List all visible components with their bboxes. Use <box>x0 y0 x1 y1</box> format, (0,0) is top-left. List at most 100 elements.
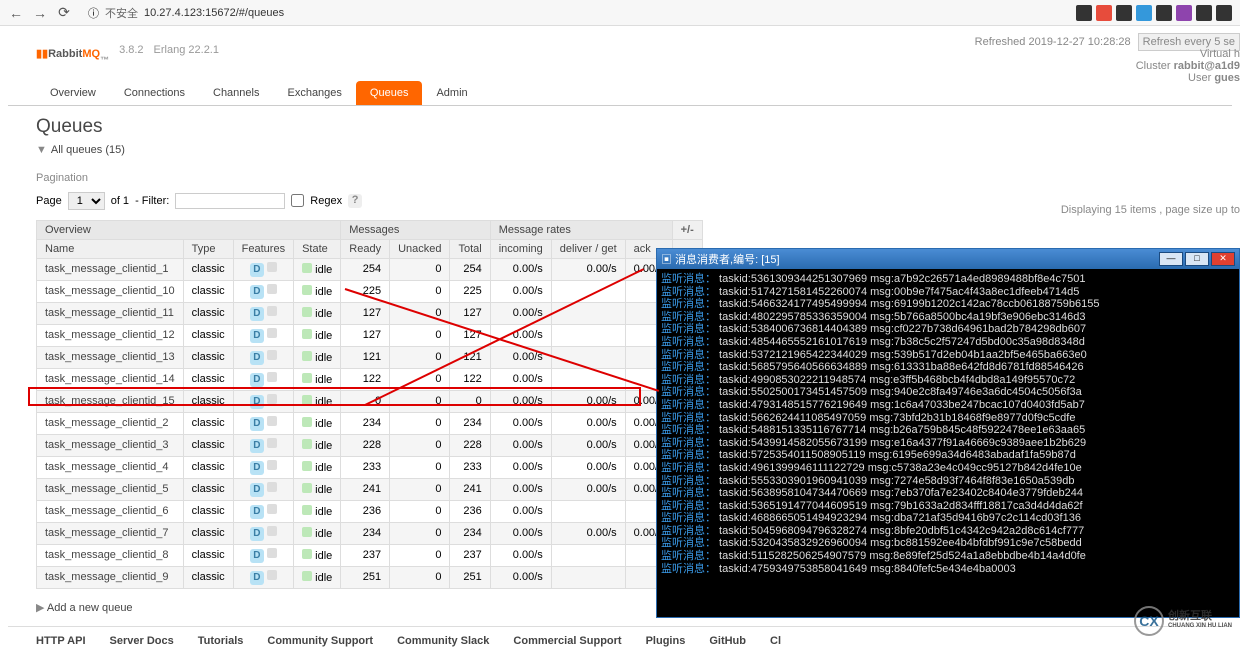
console-titlebar[interactable]: ▣ 消息消费者,编号: [15] — □ ✕ <box>657 249 1239 269</box>
watermark: CX 创新互联CHUANG XIN HU LIAN <box>1134 606 1232 636</box>
col-header[interactable]: deliver / get <box>551 239 625 258</box>
ext-icon[interactable] <box>1156 5 1172 21</box>
durable-badge: D <box>250 505 264 519</box>
ext-icon[interactable] <box>1076 5 1092 21</box>
table-row: task_message_clientid_8classicD idle2370… <box>37 544 703 566</box>
deliver-rate <box>551 566 625 588</box>
col-header[interactable]: Total <box>450 239 490 258</box>
unacked-count: 0 <box>390 324 450 346</box>
queue-table: OverviewMessagesMessage rates+/-NameType… <box>36 220 703 589</box>
ready-count: 236 <box>341 500 390 522</box>
incoming-rate: 0.00/s <box>490 434 551 456</box>
ext-icon[interactable] <box>1176 5 1192 21</box>
tab-overview[interactable]: Overview <box>36 81 110 105</box>
col-header[interactable]: Ready <box>341 239 390 258</box>
queue-name-link[interactable]: task_message_clientid_6 <box>45 505 169 517</box>
erlang-label: Erlang 22.2.1 <box>154 44 219 56</box>
regex-checkbox[interactable] <box>291 194 304 207</box>
queue-name-link[interactable]: task_message_clientid_12 <box>45 329 175 341</box>
feature-icon <box>267 548 277 558</box>
deliver-rate <box>551 544 625 566</box>
log-line: 监听消息： taskid:5502500173451457509 msg:940… <box>661 386 1235 399</box>
footer-link[interactable]: Tutorials <box>198 635 244 647</box>
forward-icon[interactable]: → <box>32 5 48 21</box>
incoming-rate: 0.00/s <box>490 544 551 566</box>
total-count: 0 <box>450 390 490 412</box>
incoming-rate: 0.00/s <box>490 566 551 588</box>
address-bar[interactable]: ⓘ 不安全 10.27.4.123:15672/#/queues <box>80 3 380 23</box>
ext-icon[interactable] <box>1216 5 1232 21</box>
page-title: Queues <box>8 106 1232 142</box>
queue-name-link[interactable]: task_message_clientid_1 <box>45 263 169 275</box>
col-header[interactable]: Type <box>183 239 233 258</box>
minimize-button[interactable]: — <box>1159 252 1183 266</box>
back-icon[interactable]: ← <box>8 5 24 21</box>
queue-name-link[interactable]: task_message_clientid_8 <box>45 549 169 561</box>
queue-name-link[interactable]: task_message_clientid_9 <box>45 571 169 583</box>
queue-name-link[interactable]: task_message_clientid_13 <box>45 351 175 363</box>
tab-admin[interactable]: Admin <box>422 81 481 105</box>
maximize-button[interactable]: □ <box>1185 252 1209 266</box>
durable-badge: D <box>250 285 264 299</box>
footer-link[interactable]: Commercial Support <box>513 635 621 647</box>
feature-icon <box>267 570 277 580</box>
footer-link[interactable]: GitHub <box>709 635 746 647</box>
queue-state: idle <box>294 478 341 500</box>
col-header[interactable]: Features <box>233 239 293 258</box>
page-label: Page <box>36 195 62 207</box>
footer-link[interactable]: Plugins <box>646 635 686 647</box>
filter-input[interactable] <box>175 193 285 209</box>
queue-name-link[interactable]: task_message_clientid_11 <box>45 307 174 319</box>
footer-link[interactable]: Cl <box>770 635 781 647</box>
ext-icon[interactable] <box>1196 5 1212 21</box>
queue-name-link[interactable]: task_message_clientid_5 <box>45 483 169 495</box>
queue-name-link[interactable]: task_message_clientid_14 <box>45 373 175 385</box>
log-line: 监听消息： taskid:5115282506254907579 msg:8e8… <box>661 550 1235 563</box>
log-line: 监听消息： taskid:5725354011508905119 msg:619… <box>661 449 1235 462</box>
all-queues-expander[interactable]: ▼All queues (15) <box>8 142 1232 164</box>
queue-type: classic <box>183 566 233 588</box>
deliver-rate <box>551 368 625 390</box>
reload-icon[interactable]: ⟳ <box>56 5 72 21</box>
queue-state: idle <box>294 456 341 478</box>
help-icon[interactable]: ? <box>348 194 362 208</box>
footer-link[interactable]: Community Slack <box>397 635 489 647</box>
footer-link[interactable]: HTTP API <box>36 635 86 647</box>
queue-name-link[interactable]: task_message_clientid_7 <box>45 527 169 539</box>
ext-icon[interactable] <box>1116 5 1132 21</box>
total-count: 236 <box>450 500 490 522</box>
tab-exchanges[interactable]: Exchanges <box>273 81 355 105</box>
feature-icon <box>267 394 277 404</box>
feature-icon <box>267 438 277 448</box>
col-header[interactable]: Name <box>37 239 184 258</box>
queue-name-link[interactable]: task_message_clientid_3 <box>45 439 169 451</box>
durable-badge: D <box>250 263 264 277</box>
col-header[interactable]: incoming <box>490 239 551 258</box>
col-header[interactable]: Unacked <box>390 239 450 258</box>
queue-type: classic <box>183 302 233 324</box>
column-toggle[interactable]: +/- <box>672 220 702 239</box>
close-button[interactable]: ✕ <box>1211 252 1235 266</box>
unacked-count: 0 <box>390 456 450 478</box>
cluster-label: Cluster <box>1136 60 1171 72</box>
col-header[interactable]: State <box>294 239 341 258</box>
footer-link[interactable]: Server Docs <box>110 635 174 647</box>
queue-type: classic <box>183 412 233 434</box>
ext-icon[interactable] <box>1096 5 1112 21</box>
queue-name-link[interactable]: task_message_clientid_2 <box>45 417 169 429</box>
page-select[interactable]: 1 <box>68 192 105 210</box>
durable-badge: D <box>250 307 264 321</box>
tab-queues[interactable]: Queues <box>356 81 423 105</box>
queue-name-link[interactable]: task_message_clientid_10 <box>45 285 175 297</box>
queue-type: classic <box>183 280 233 302</box>
ext-icon[interactable] <box>1136 5 1152 21</box>
table-row: task_message_clientid_4classicD idle2330… <box>37 456 703 478</box>
queue-type: classic <box>183 544 233 566</box>
deliver-rate: 0.00/s <box>551 258 625 280</box>
tab-connections[interactable]: Connections <box>110 81 199 105</box>
queue-name-link[interactable]: task_message_clientid_15 <box>45 395 175 407</box>
total-count: 225 <box>450 280 490 302</box>
queue-name-link[interactable]: task_message_clientid_4 <box>45 461 169 473</box>
footer-link[interactable]: Community Support <box>267 635 373 647</box>
tab-channels[interactable]: Channels <box>199 81 273 105</box>
